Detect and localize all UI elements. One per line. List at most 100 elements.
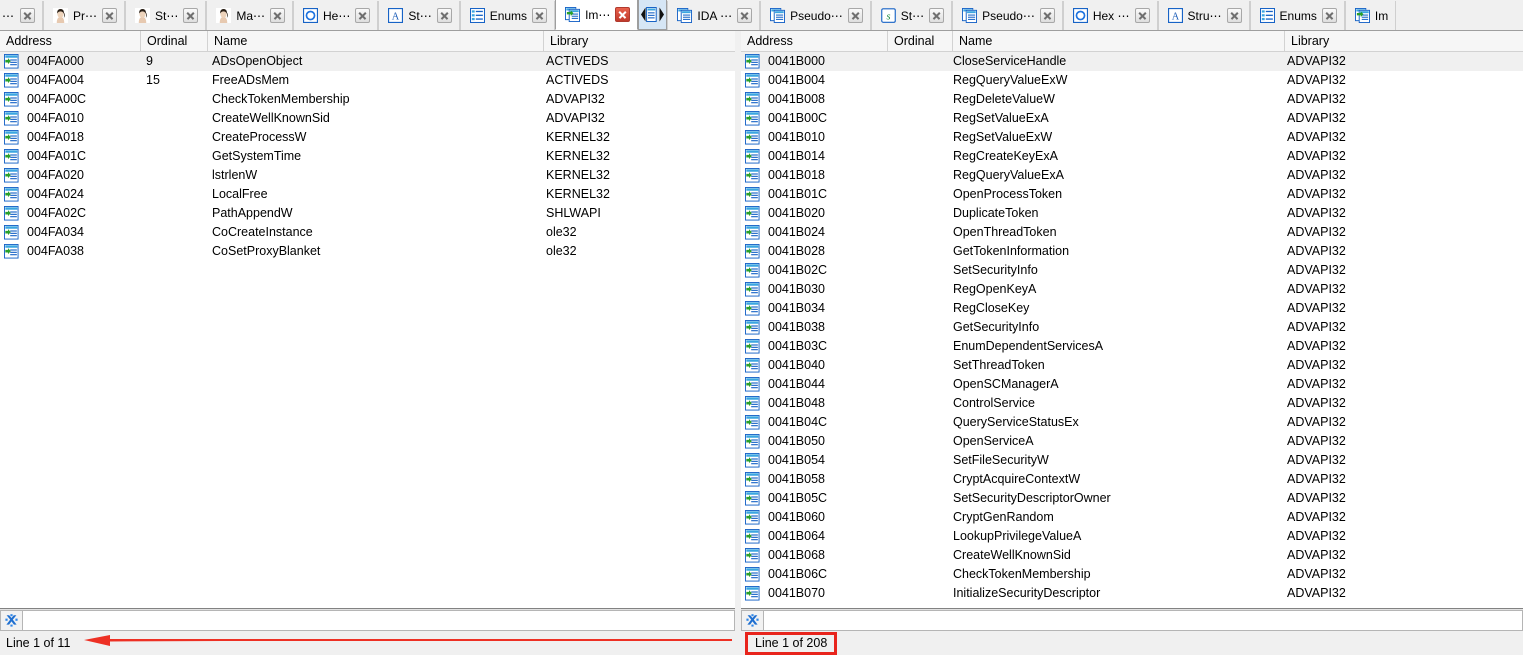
svg-text:A: A (392, 11, 400, 22)
tab-label: Pseudo⋯ (790, 10, 843, 22)
table-row[interactable]: 0041B018RegQueryValueExAADVAPI32 (741, 166, 1523, 185)
table-row[interactable]: 0041B02CSetSecurityInfoADVAPI32 (741, 261, 1523, 280)
tab-pseudo-8[interactable]: Pseudo⋯ (760, 1, 871, 30)
table-row[interactable]: 0041B060CryptGenRandomADVAPI32 (741, 508, 1523, 527)
column-header-ordinal[interactable]: Ordinal (888, 31, 953, 52)
column-header-library[interactable]: Library (544, 31, 735, 52)
table-row[interactable]: 0041B03CEnumDependentServicesAADVAPI32 (741, 337, 1523, 356)
table-row[interactable]: 004FA038CoSetProxyBlanketole32 (0, 242, 735, 261)
table-row[interactable]: 0041B058CryptAcquireContextWADVAPI32 (741, 470, 1523, 489)
table-row[interactable]: 004FA024LocalFreeKERNEL32 (0, 185, 735, 204)
table-row[interactable]: 0041B05CSetSecurityDescriptorOwnerADVAPI… (741, 489, 1523, 508)
close-icon[interactable] (355, 8, 370, 23)
tab-scroll-icon[interactable] (638, 0, 667, 30)
filter-input-left[interactable] (22, 610, 735, 631)
table-row[interactable]: 004FA01CGetSystemTimeKERNEL32 (0, 147, 735, 166)
table-row[interactable]: 004FA034CoCreateInstanceole32 (0, 223, 735, 242)
table-row[interactable]: 0041B024OpenThreadTokenADVAPI32 (741, 223, 1523, 242)
table-row[interactable]: 004FA00CCheckTokenMembershipADVAPI32 (0, 90, 735, 109)
close-icon[interactable] (1040, 8, 1055, 23)
tab-hex-11[interactable]: Hex ⋯ (1063, 1, 1158, 30)
table-row[interactable]: 0041B054SetFileSecurityWADVAPI32 (741, 451, 1523, 470)
close-icon[interactable] (183, 8, 198, 23)
close-icon[interactable] (615, 7, 630, 22)
table-row[interactable]: 0041B068CreateWellKnownSidADVAPI32 (741, 546, 1523, 565)
table-row[interactable]: 0041B06CCheckTokenMembershipADVAPI32 (741, 565, 1523, 584)
table-row[interactable]: 0041B050OpenServiceAADVAPI32 (741, 432, 1523, 451)
tab-im-14[interactable]: Im (1345, 1, 1396, 30)
close-icon[interactable] (1227, 8, 1242, 23)
table-row[interactable]: 0041B00CRegSetValueExAADVAPI32 (741, 109, 1523, 128)
close-icon[interactable] (737, 8, 752, 23)
table-row[interactable]: 004FA018CreateProcessWKERNEL32 (0, 128, 735, 147)
table-row[interactable]: 004FA00415FreeADsMemACTIVEDS (0, 71, 735, 90)
close-icon[interactable] (532, 8, 547, 23)
close-icon[interactable] (929, 8, 944, 23)
close-icon[interactable] (1322, 8, 1337, 23)
tab-pr-0[interactable]: Pr⋯ (43, 1, 125, 30)
column-header-ordinal[interactable]: Ordinal (141, 31, 208, 52)
filter-clear-icon[interactable] (741, 610, 763, 631)
table-row[interactable]: 0041B020DuplicateTokenADVAPI32 (741, 204, 1523, 223)
column-header-address[interactable]: Address (741, 31, 888, 52)
filter-bar-left[interactable] (0, 609, 735, 631)
table-row[interactable]: 0041B048ControlServiceADVAPI32 (741, 394, 1523, 413)
tab-enums-5[interactable]: Enums (460, 1, 555, 30)
table-row[interactable]: 0041B044OpenSCManagerAADVAPI32 (741, 375, 1523, 394)
tab-st-1[interactable]: St⋯ (125, 1, 206, 30)
window-tab-bar[interactable]: ⋯ Pr⋯St⋯Ma⋯He⋯ASt⋯EnumsIm⋯IDA ⋯Pseudo⋯sS… (0, 0, 1523, 31)
filter-input-right[interactable] (763, 610, 1523, 631)
table-row[interactable]: 0041B000CloseServiceHandleADVAPI32 (741, 52, 1523, 71)
column-header-name[interactable]: Name (208, 31, 544, 52)
close-icon[interactable] (437, 8, 452, 23)
table-row[interactable]: 004FA010CreateWellKnownSidADVAPI32 (0, 109, 735, 128)
column-header-row-right[interactable]: Address Ordinal Name Library (741, 31, 1523, 52)
tab-im-6[interactable]: Im⋯ (555, 0, 638, 30)
column-header-address[interactable]: Address (0, 31, 141, 52)
imports-table-left[interactable]: Address Ordinal Name Library 004FA0009AD… (0, 31, 735, 609)
column-header-library[interactable]: Library (1285, 31, 1523, 52)
table-row[interactable]: 004FA020lstrlenWKERNEL32 (0, 166, 735, 185)
tab-ma-2[interactable]: Ma⋯ (206, 1, 293, 30)
filter-clear-icon[interactable] (0, 610, 22, 631)
table-row[interactable]: 004FA0009ADsOpenObjectACTIVEDS (0, 52, 735, 71)
imports-icon (1355, 8, 1370, 23)
table-row[interactable]: 004FA02CPathAppendWSHLWAPI (0, 204, 735, 223)
table-row[interactable]: 0041B040SetThreadTokenADVAPI32 (741, 356, 1523, 375)
cell-name: CreateWellKnownSid (953, 546, 1283, 565)
table-row[interactable]: 0041B028GetTokenInformationADVAPI32 (741, 242, 1523, 261)
tab-he-3[interactable]: He⋯ (293, 1, 378, 30)
imports-table-right[interactable]: Address Ordinal Name Library 0041B000Clo… (741, 31, 1523, 609)
close-icon[interactable] (270, 8, 285, 23)
table-row[interactable]: 0041B010RegSetValueExWADVAPI32 (741, 128, 1523, 147)
table-row[interactable]: 0041B034RegCloseKeyADVAPI32 (741, 299, 1523, 318)
table-row[interactable]: 0041B01COpenProcessTokenADVAPI32 (741, 185, 1523, 204)
tab-ida-7[interactable]: IDA ⋯ (667, 1, 760, 30)
cell-address: 0041B04C (768, 413, 888, 432)
table-row[interactable]: 0041B070InitializeSecurityDescriptorADVA… (741, 584, 1523, 603)
table-row[interactable]: 0041B014RegCreateKeyExAADVAPI32 (741, 147, 1523, 166)
filter-bar-right[interactable] (741, 609, 1523, 631)
table-row[interactable]: 0041B064LookupPrivilegeValueAADVAPI32 (741, 527, 1523, 546)
table-row[interactable]: 0041B004RegQueryValueExWADVAPI32 (741, 71, 1523, 90)
tab-pseudo-10[interactable]: Pseudo⋯ (952, 1, 1063, 30)
cell-name: CoSetProxyBlanket (212, 242, 542, 261)
tab-st-9[interactable]: sSt⋯ (871, 1, 952, 30)
table-row[interactable]: 0041B008RegDeleteValueWADVAPI32 (741, 90, 1523, 109)
cell-ordinal (893, 546, 951, 565)
import-entry-icon (745, 375, 761, 394)
table-row[interactable]: 0041B038GetSecurityInfoADVAPI32 (741, 318, 1523, 337)
cell-ordinal (893, 337, 951, 356)
column-header-name[interactable]: Name (953, 31, 1285, 52)
tab-enums-13[interactable]: Enums (1250, 1, 1345, 30)
cell-ordinal (893, 261, 951, 280)
close-icon[interactable] (848, 8, 863, 23)
close-icon[interactable] (102, 8, 117, 23)
tab-st-4[interactable]: ASt⋯ (378, 1, 459, 30)
column-header-row-left[interactable]: Address Ordinal Name Library (0, 31, 735, 52)
table-row[interactable]: 0041B030RegOpenKeyAADVAPI32 (741, 280, 1523, 299)
table-row[interactable]: 0041B04CQueryServiceStatusExADVAPI32 (741, 413, 1523, 432)
close-icon[interactable] (1135, 8, 1150, 23)
close-icon[interactable] (20, 8, 35, 23)
tab-stru-12[interactable]: AStru⋯ (1158, 1, 1250, 30)
